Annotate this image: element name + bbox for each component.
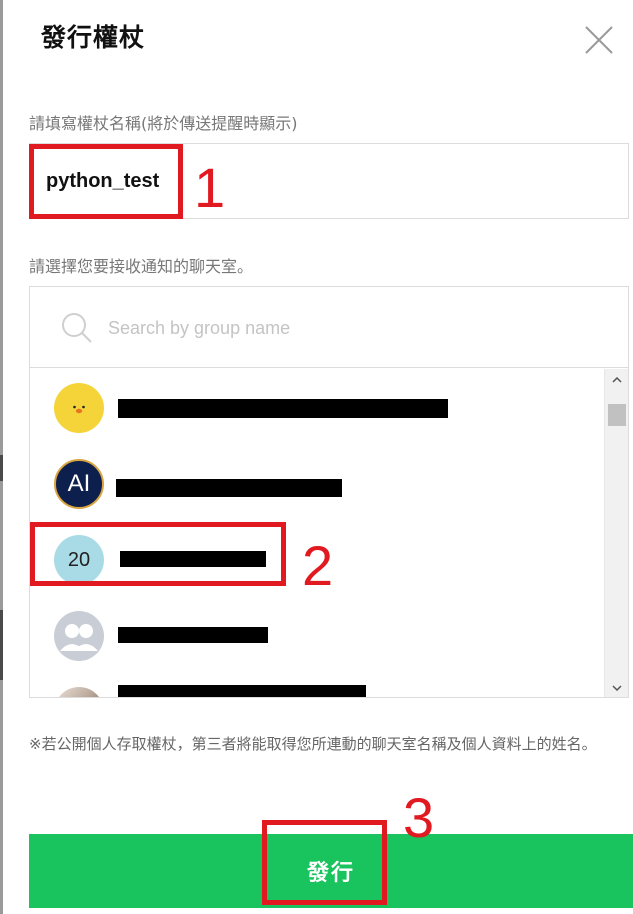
scroll-down-arrow-icon[interactable] (605, 679, 628, 697)
close-icon[interactable] (583, 24, 615, 56)
chat-list-scrollbar[interactable] (604, 369, 628, 697)
annotation-step2-number: 2 (302, 534, 334, 597)
sally-chick-icon (54, 383, 104, 433)
photo-avatar (54, 687, 104, 697)
chat-list-item[interactable] (30, 673, 604, 697)
search-icon (62, 313, 92, 343)
disclaimer-text: ※若公開個人存取權杖，第三者將能取得您所連動的聊天室名稱及個人資料上的姓名。 (29, 735, 597, 753)
ai-logo-avatar: AI (54, 459, 104, 509)
annotation-step3-number: 3 (403, 786, 435, 849)
token-name-label: 請填寫權杖名稱(將於傳送提醒時顯示) (29, 114, 298, 133)
chat-list-item[interactable] (30, 597, 604, 673)
dialog-title: 發行權杖 (41, 23, 146, 52)
search-bar (30, 287, 628, 368)
issue-token-dialog: 發行權杖 請填寫權杖名稱(將於傳送提醒時顯示) 請選擇您要接收通知的聊天室。 (3, 0, 633, 914)
chat-list-item[interactable]: AI (30, 445, 604, 521)
chat-name-redacted (116, 479, 342, 497)
group-search-input[interactable] (108, 313, 588, 343)
chat-name-redacted (118, 685, 366, 697)
chat-name-redacted (118, 627, 268, 643)
scroll-up-arrow-icon[interactable] (605, 371, 628, 389)
annotation-step1-number: 1 (194, 156, 226, 219)
annotation-highlight-step3 (262, 820, 387, 905)
annotation-highlight-step1 (29, 144, 183, 219)
chat-list-item[interactable] (30, 369, 604, 445)
annotation-highlight-step2 (30, 522, 286, 586)
chat-select-label: 請選擇您要接收通知的聊天室。 (29, 257, 254, 276)
chat-name-redacted (118, 399, 448, 418)
default-group-icon (54, 611, 104, 661)
scroll-thumb[interactable] (608, 404, 626, 426)
chat-list-panel: AI 20 (29, 286, 629, 698)
